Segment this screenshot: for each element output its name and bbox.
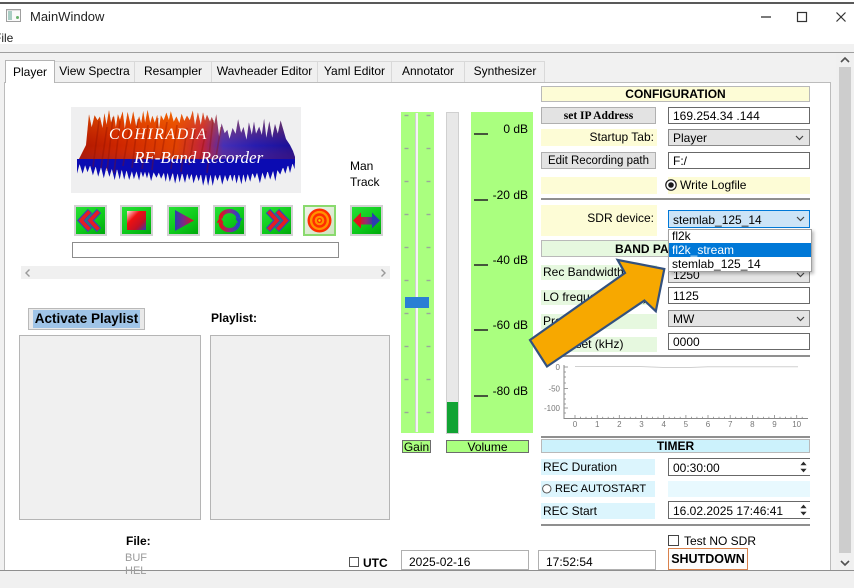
svg-text:8: 8 — [750, 420, 755, 429]
svg-text:9: 9 — [772, 420, 777, 429]
svg-text:6: 6 — [706, 420, 711, 429]
svg-text:7: 7 — [728, 420, 733, 429]
svg-text:0: 0 — [573, 420, 578, 429]
svg-text:3: 3 — [639, 420, 644, 429]
svg-text:-100: -100 — [544, 404, 561, 413]
svg-text:-50: -50 — [548, 385, 560, 394]
svg-text:1: 1 — [595, 420, 600, 429]
svg-text:5: 5 — [684, 420, 689, 429]
svg-text:0 dB: 0 dB — [503, 122, 528, 136]
svg-text:COHIRADIA: COHIRADIA — [109, 126, 208, 143]
svg-text:2: 2 — [617, 420, 622, 429]
svg-text:10: 10 — [792, 420, 801, 429]
svg-text:4: 4 — [661, 420, 666, 429]
svg-text:-80 dB: -80 dB — [493, 384, 528, 398]
svg-text:RF-Band Recorder: RF-Band Recorder — [133, 148, 264, 167]
svg-text:-20 dB: -20 dB — [493, 188, 528, 202]
